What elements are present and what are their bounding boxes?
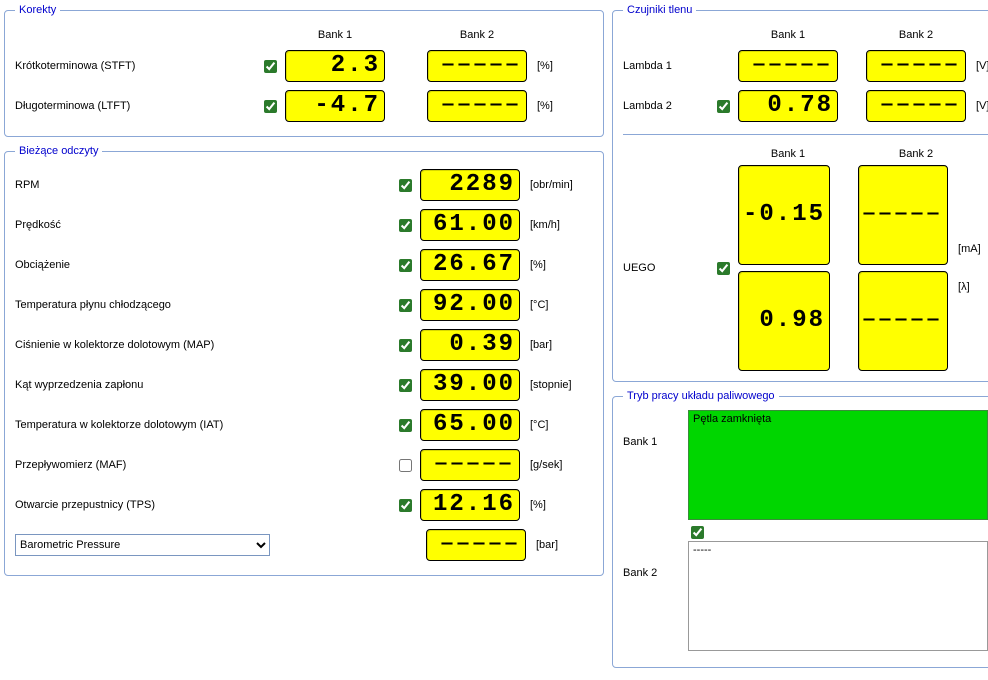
- lambda1-label: Lambda 1: [623, 60, 708, 72]
- lambda2-checkbox[interactable]: [717, 100, 730, 113]
- reading-row: Temperatura w kolektorze dolotowym (IAT)…: [15, 405, 593, 445]
- reading-value: 0.39: [420, 329, 520, 361]
- reading-row: Obciążenie 26.67 [%]: [15, 245, 593, 285]
- group-korekty: Korekty Bank 1 Bank 2 Krótkoterminowa (S…: [4, 4, 604, 137]
- reading-value: ‒‒‒‒‒: [420, 449, 520, 481]
- reading-label: RPM: [15, 179, 390, 191]
- lambda1-bank2-value: ‒‒‒‒‒: [866, 50, 966, 82]
- oxygen-bank2-header: Bank 2: [866, 29, 966, 41]
- group-readings: Bieżące odczyty RPM 2289 [obr/min] Prędkość…: [4, 145, 604, 576]
- ltft-unit: [%]: [533, 100, 593, 112]
- group-readings-title: Bieżące odczyty: [15, 145, 102, 157]
- lambda1-bank1-value: ‒‒‒‒‒: [738, 50, 838, 82]
- reading-unit: [km/h]: [526, 219, 586, 231]
- stft-label: Krótkoterminowa (STFT): [15, 60, 255, 72]
- oxygen-bank1-header: Bank 1: [738, 29, 838, 41]
- korekty-bank2-header: Bank 2: [427, 29, 527, 41]
- uego-bank1-lambda: 0.98: [738, 271, 830, 371]
- reading-unit: [°C]: [526, 299, 586, 311]
- uego-checkbox[interactable]: [717, 262, 730, 275]
- uego-unit-ma: [mA]: [958, 233, 988, 265]
- reading-label: Przepływomierz (MAF): [15, 459, 390, 471]
- uego-unit-lambda: [λ]: [958, 271, 988, 303]
- reading-value: 61.00: [420, 209, 520, 241]
- reading-row: Prędkość 61.00 [km/h]: [15, 205, 593, 245]
- lambda2-bank1-value: 0.78: [738, 90, 838, 122]
- reading-row: Przepływomierz (MAF) ‒‒‒‒‒ [g/sek]: [15, 445, 593, 485]
- reading-row: Kąt wyprzedzenia zapłonu 39.00 [stopnie]: [15, 365, 593, 405]
- custom-pid-value: ‒‒‒‒‒: [426, 529, 526, 561]
- reading-value: 26.67: [420, 249, 520, 281]
- reading-label: Obciążenie: [15, 259, 390, 271]
- lambda1-unit: [V]: [972, 60, 988, 72]
- reading-checkbox[interactable]: [399, 179, 412, 192]
- fuel-bank2-status: -----: [688, 541, 988, 651]
- divider: [623, 134, 988, 135]
- lambda2-bank2-value: ‒‒‒‒‒: [866, 90, 966, 122]
- reading-checkbox[interactable]: [399, 419, 412, 432]
- reading-value: 12.16: [420, 489, 520, 521]
- reading-value: 65.00: [420, 409, 520, 441]
- uego-bank2-ma: ‒‒‒‒‒: [858, 165, 948, 265]
- reading-checkbox[interactable]: [399, 259, 412, 272]
- group-oxygen-title: Czujniki tlenu: [623, 4, 696, 16]
- reading-label: Temperatura w kolektorze dolotowym (IAT): [15, 419, 390, 431]
- ltft-checkbox[interactable]: [264, 100, 277, 113]
- reading-label: Prędkość: [15, 219, 390, 231]
- reading-checkbox[interactable]: [399, 299, 412, 312]
- reading-checkbox[interactable]: [399, 459, 412, 472]
- reading-checkbox[interactable]: [399, 219, 412, 232]
- reading-unit: [obr/min]: [526, 179, 586, 191]
- custom-pid-unit: [bar]: [532, 539, 592, 551]
- reading-value: 2289: [420, 169, 520, 201]
- group-oxygen: Czujniki tlenu Bank 1 Bank 2 Lambda 1 ‒‒…: [612, 4, 988, 382]
- korekty-bank1-header: Bank 1: [285, 29, 385, 41]
- reading-unit: [bar]: [526, 339, 586, 351]
- fuel-bank1-status: Pętla zamknięta: [688, 410, 988, 520]
- uego-bank1-ma: -0.15: [738, 165, 830, 265]
- fuel-mode-checkbox[interactable]: [691, 526, 704, 539]
- reading-label: Otwarcie przepustnicy (TPS): [15, 499, 390, 511]
- ltft-bank1-value: -4.7: [285, 90, 385, 122]
- reading-checkbox[interactable]: [399, 339, 412, 352]
- reading-unit: [g/sek]: [526, 459, 586, 471]
- reading-checkbox[interactable]: [399, 499, 412, 512]
- ltft-bank2-value: ‒‒‒‒‒: [427, 90, 527, 122]
- group-fuel-mode: Tryb pracy układu paliwowego Bank 1 Pętl…: [612, 390, 988, 668]
- uego-bank2-header: Bank 2: [866, 148, 966, 160]
- lambda2-unit: [V]: [972, 100, 988, 112]
- reading-label: Kąt wyprzedzenia zapłonu: [15, 379, 390, 391]
- reading-unit: [%]: [526, 259, 586, 271]
- reading-value: 92.00: [420, 289, 520, 321]
- lambda2-label: Lambda 2: [623, 100, 708, 112]
- uego-bank2-lambda: ‒‒‒‒‒: [858, 271, 948, 371]
- reading-row: Ciśnienie w kolektorze dolotowym (MAP) 0.…: [15, 325, 593, 365]
- reading-row: Temperatura płynu chłodzącego 92.00 [°C]: [15, 285, 593, 325]
- stft-bank2-value: ‒‒‒‒‒: [427, 50, 527, 82]
- reading-label: Ciśnienie w kolektorze dolotowym (MAP): [15, 339, 390, 351]
- reading-unit: [stopnie]: [526, 379, 586, 391]
- reading-label: Temperatura płynu chłodzącego: [15, 299, 390, 311]
- fuel-bank1-label: Bank 1: [623, 410, 678, 448]
- reading-row: RPM 2289 [obr/min]: [15, 165, 593, 205]
- reading-row: Otwarcie przepustnicy (TPS) 12.16 [%]: [15, 485, 593, 525]
- uego-label: UEGO: [623, 262, 708, 274]
- reading-checkbox[interactable]: [399, 379, 412, 392]
- reading-value: 39.00: [420, 369, 520, 401]
- reading-unit: [%]: [526, 499, 586, 511]
- stft-unit: [%]: [533, 60, 593, 72]
- group-fuel-mode-title: Tryb pracy układu paliwowego: [623, 390, 779, 402]
- fuel-bank2-label: Bank 2: [623, 541, 678, 579]
- uego-bank1-header: Bank 1: [738, 148, 838, 160]
- group-korekty-title: Korekty: [15, 4, 60, 16]
- stft-bank1-value: 2.3: [285, 50, 385, 82]
- ltft-label: Długoterminowa (LTFT): [15, 100, 255, 112]
- custom-pid-select[interactable]: Barometric Pressure: [15, 534, 270, 556]
- stft-checkbox[interactable]: [264, 60, 277, 73]
- reading-unit: [°C]: [526, 419, 586, 431]
